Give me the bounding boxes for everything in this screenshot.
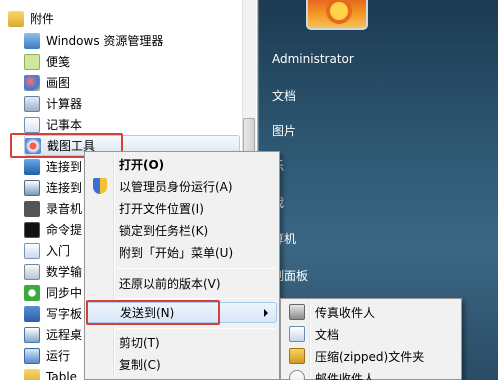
program-item-notepad[interactable]: 记事本 [24,114,240,135]
menu-separator [117,268,275,269]
math-input-icon [24,263,40,280]
menu-item-copy[interactable]: 复制(C) [87,354,277,375]
menu-label: 打开(O) [119,158,165,172]
menu-item-open[interactable]: 打开(O) [87,154,277,175]
remote-desktop-icon [24,326,40,343]
menu-separator [117,328,275,329]
menu-item-open-location[interactable]: 打开文件位置(I) [87,198,277,219]
program-label: 写字板 [46,307,83,321]
program-item-calculator[interactable]: 计算器 [24,93,240,114]
menu-item-pin-taskbar[interactable]: 锁定到任务栏(K) [87,220,277,241]
getting-started-icon [24,242,40,259]
uac-shield-icon [93,178,107,194]
program-label: 同步中 [46,286,83,300]
notepad-icon [24,116,40,133]
program-label: 命令提 [46,223,83,237]
sticky-notes-icon [24,53,40,70]
program-label: 连接到 [46,181,83,195]
menu-label: 复制(C) [119,358,161,372]
menu-item-cut[interactable]: 剪切(T) [87,332,277,353]
menu-label: 以管理员身份运行(A) [119,180,233,194]
send-to-mail[interactable]: 邮件收件人 [283,368,459,380]
menu-separator [117,298,275,299]
program-label: 记事本 [46,118,83,132]
program-label: Windows 资源管理器 [46,34,164,48]
sync-center-icon [24,284,40,301]
menu-label: 传真收件人 [315,306,376,320]
menu-label: 附到「开始」菜单(U) [119,246,234,260]
folder-label: 附件 [30,12,55,26]
explorer-icon [24,32,40,49]
program-label: 运行 [46,349,71,363]
program-item-paint[interactable]: 画图 [24,72,240,93]
recorder-icon [24,200,40,217]
send-to-submenu: 传真收件人 文档 压缩(zipped)文件夹 邮件收件人 [280,298,462,380]
flower-icon [330,2,348,20]
program-label: Table [46,369,78,380]
folder-icon [24,368,40,380]
program-label: 计算器 [46,97,83,111]
highlight-box-send-to [86,300,220,325]
menu-label: 剪切(T) [119,336,160,350]
right-item-administrator[interactable]: Administrator [272,52,354,66]
menu-label: 还原以前的版本(V) [119,277,221,291]
remote-connect-icon [24,158,40,175]
paint-icon [24,74,40,91]
folder-accessories[interactable]: 附件 [8,8,240,29]
menu-label: 文档 [315,328,340,342]
user-picture[interactable] [306,0,368,30]
documents-icon [289,326,305,342]
program-label: 入门 [46,244,71,258]
calculator-icon [24,95,40,112]
program-item-explorer[interactable]: Windows 资源管理器 [24,30,240,51]
command-prompt-icon [24,221,40,238]
program-label: 远程桌 [46,328,83,342]
menu-label: 压缩(zipped)文件夹 [315,350,425,364]
menu-label: 邮件收件人 [315,372,376,380]
program-label: 数学输 [46,265,83,279]
menu-item-restore-versions[interactable]: 还原以前的版本(V) [87,273,277,294]
program-label: 便笺 [46,55,71,69]
send-to-fax[interactable]: 传真收件人 [283,302,459,323]
menu-item-run-as-admin[interactable]: 以管理员身份运行(A) [87,176,277,197]
menu-item-pin-start[interactable]: 附到「开始」菜单(U) [87,242,277,263]
program-label: 录音机 [46,202,83,216]
folder-icon [8,10,24,27]
menu-label: 打开文件位置(I) [119,202,204,216]
send-to-zip[interactable]: 压缩(zipped)文件夹 [283,346,459,367]
program-label: 连接到 [46,160,83,174]
fax-icon [289,304,305,320]
submenu-arrow-icon [264,309,268,317]
menu-label: 锁定到任务栏(K) [119,224,209,238]
zip-folder-icon [289,348,305,364]
projector-icon [24,179,40,196]
mail-icon [289,370,305,380]
wordpad-icon [24,305,40,322]
send-to-documents[interactable]: 文档 [283,324,459,345]
right-item-documents[interactable]: 文档 [272,87,296,104]
program-item-sticky-notes[interactable]: 便笺 [24,51,240,72]
right-item-pictures[interactable]: 图片 [272,122,296,139]
program-label: 画图 [46,76,71,90]
run-icon [24,347,40,364]
context-menu: 打开(O) 以管理员身份运行(A) 打开文件位置(I) 锁定到任务栏(K) 附到… [84,151,280,380]
